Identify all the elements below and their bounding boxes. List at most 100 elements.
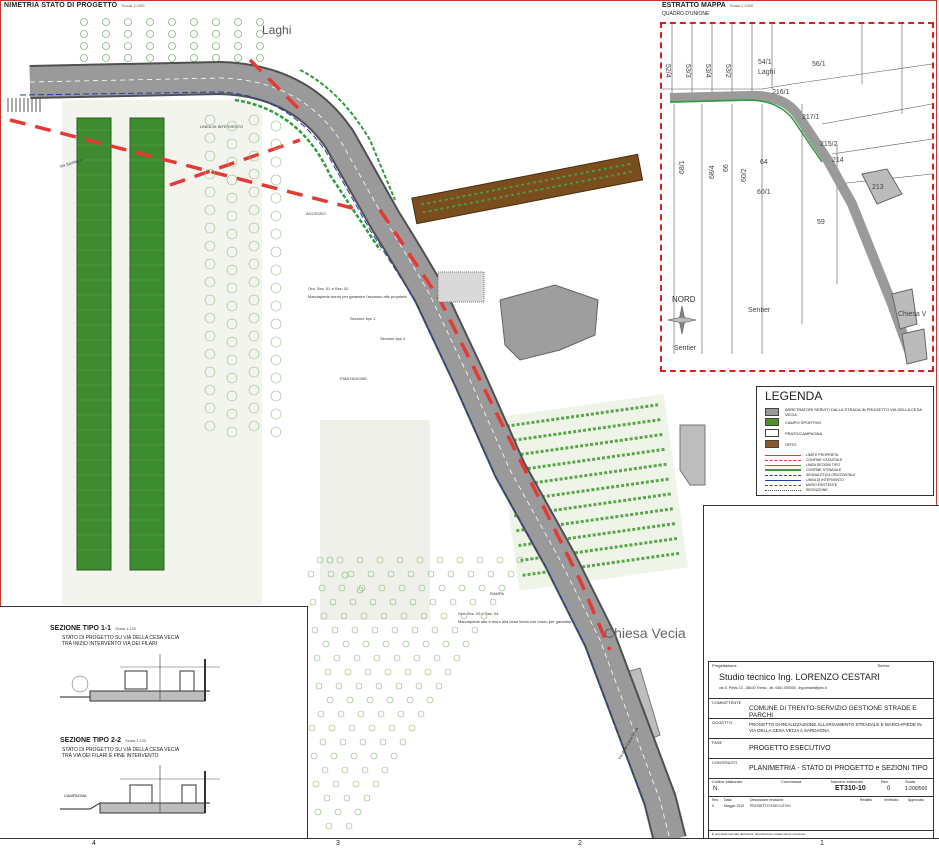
lbl-timbro: Timbro	[877, 663, 890, 668]
legend-line: RECINZIONE	[765, 488, 828, 492]
band-cell-2: 2	[578, 840, 582, 847]
legend-line-label: LINEA SEZIONI TIPO	[806, 463, 840, 467]
numero-elaborato: ET310-10	[835, 785, 866, 792]
lbl-commessa: Commessa	[781, 779, 802, 784]
legend-line-label: SEGNALETICA ORIZZONTALE	[806, 473, 856, 477]
parcel-0: 52/4	[664, 64, 671, 78]
estratto-title: ESTRATTO MAPPA Scala 1:1000	[662, 2, 753, 9]
lbl-fase: FASE	[712, 740, 723, 745]
rev-table-row: 0 Maggio 2019 PROGETTO ESECUTIVO	[712, 804, 791, 808]
campagna-label: CAMPAGNA	[64, 793, 87, 798]
parcel-11: 68/4	[709, 165, 716, 179]
parcel-9: 214	[832, 157, 844, 164]
legend-line: LIMITE PROPRIETA	[765, 453, 838, 457]
estratto-title-text: ESTRATTO MAPPA	[662, 2, 726, 9]
committente: COMUNE DI TRENTO-SERVIZIO GESTIONE STRAD…	[749, 705, 917, 719]
rev-table-head: Rev. Data Descrizione revisione Redatto …	[712, 798, 924, 802]
drawing-title-text: NIMETRIA STATO DI PROGETTO	[4, 2, 118, 9]
legend-line: CONFINE CATASTALE	[765, 458, 842, 462]
parcel-14: 64	[760, 159, 768, 166]
codice: N.	[713, 786, 719, 792]
legend-label: CAMPO SPORTIVO	[785, 419, 822, 425]
estratto-road	[669, 90, 917, 361]
place-sentier-1: Sentier	[748, 307, 771, 314]
parcel-13: 60/2	[741, 168, 748, 182]
section-1-drawing	[60, 654, 220, 702]
place-chiesa-mini: Chiesa V	[898, 311, 927, 318]
legend-line: LINEA SEZIONI TIPO	[765, 463, 840, 467]
legend-line-label: CONFINE STRADALE	[806, 468, 842, 472]
legend-swatch	[765, 429, 779, 437]
parcel-17: 213	[872, 184, 884, 191]
legend-item: ARRETRATORI SERVITI DALLA STRADA IN PROG…	[765, 407, 933, 417]
section-2-drawing	[60, 765, 220, 814]
section-2-desc: STATO DI PROGETTO SU VIA DELLA CESA VECI…	[62, 747, 179, 759]
legend-line-label: MURO ESISTENTE	[806, 483, 838, 487]
legend-item: ORTO	[765, 440, 796, 448]
title-block: Progettazione Timbro Studio tecnico Ing.…	[703, 505, 939, 840]
section-1-title: SEZIONE TIPO 1-1 Scala 1:100	[50, 625, 137, 632]
band-cell-3: 3	[336, 840, 340, 847]
legend-line: LINEA DI INTERVENTO	[765, 478, 844, 482]
legend-line: SEGNALETICA ORIZZONTALE	[765, 473, 856, 477]
lbl-codice: Codice elaborato	[712, 779, 743, 784]
band-cell-4: 4	[92, 840, 96, 847]
parcel-4: 54/1	[758, 59, 772, 66]
band-cell-1: 1	[820, 840, 824, 847]
progettista-addr: via S. Pietro 13 - 38100 Trento - tel. 0…	[719, 686, 827, 690]
sheet-band: 4 3 2 1	[0, 838, 939, 852]
parcel-16: 59	[817, 219, 825, 226]
lbl-oggetto: OGGETTO	[712, 720, 732, 725]
parcel-1: 53/3	[684, 64, 691, 78]
estratto-map: 52/4 53/3 53/4 53/2 54/1 56/1 216/1 217/…	[662, 24, 932, 365]
title-block-table: Progettazione Timbro Studio tecnico Ing.…	[708, 661, 934, 839]
legend-line-label: LIMITE PROPRIETA	[806, 453, 839, 457]
legend-swatch	[765, 418, 779, 426]
parcel-3: 53/2	[724, 64, 731, 78]
parcel-5: 56/1	[812, 61, 826, 68]
drawing-scale: Scala 1:500	[121, 3, 145, 8]
lbl-contenuto: CONTENUTO	[712, 760, 738, 765]
north-arrow	[667, 305, 697, 335]
legend-label: PRATO/CAMPAGNA	[785, 430, 823, 436]
legend-line: CONFINE STRADALE	[765, 468, 841, 472]
legend-line: MURO ESISTENTE	[765, 483, 837, 487]
legend-line-label: RECINZIONE	[806, 488, 828, 492]
legend-line-label: CONFINE CATASTALE	[806, 458, 843, 462]
parcel-6: 216/1	[772, 89, 790, 96]
lbl-scala: Scala	[905, 779, 916, 784]
lbl-committente: COMMITTENTE	[712, 700, 742, 705]
legend-line-label: LINEA DI INTERVENTO	[806, 478, 844, 482]
estratto-mappa-panel: 52/4 53/3 53/4 53/2 54/1 56/1 216/1 217/…	[660, 22, 934, 372]
sections-panel: SEZIONE TIPO 1-1 Scala 1:100 STATO DI PRO…	[0, 606, 308, 838]
north-label: NORD	[672, 295, 696, 304]
scala: 1:200/500	[905, 786, 928, 792]
legend-label: ORTO	[785, 441, 797, 447]
place-sentier-2: Sentier	[674, 345, 697, 352]
legend-item: PRATO/CAMPAGNA	[765, 429, 822, 437]
section-1-desc: STATO DI PROGETTO SU VIA DELLA CESA VECI…	[62, 635, 179, 647]
lbl-progettista: Progettazione	[712, 663, 737, 668]
parcel-10: 68/1	[679, 160, 686, 174]
parcel-12: 66	[723, 164, 730, 172]
legend-item: CAMPO SPORTIVO	[765, 418, 821, 426]
legend-title: LEGENDA	[765, 389, 823, 403]
parcel-2: 53/4	[704, 64, 711, 78]
estratto-scale: Scala 1:1000	[729, 3, 754, 8]
lbl-rev: Rev.	[881, 779, 889, 784]
section-2-title: SEZIONE TIPO 2-2 Scala 1:100	[60, 737, 147, 744]
estratto-subtitle: QUADRO D'UNIONE	[662, 11, 710, 17]
parcel-7: 217/1	[802, 114, 820, 121]
footer-note: È proprietà riservata dell'autore. Ripro…	[712, 832, 806, 836]
legend-swatch	[765, 408, 779, 416]
oggetto: PROGETTO DI REALIZZAZIONE ALLARGAMENTO S…	[749, 722, 922, 733]
revisione: 0	[887, 786, 891, 792]
fase: PROGETTO ESECUTIVO	[749, 745, 831, 752]
legend-swatch	[765, 440, 779, 448]
parcel-8: 215/2	[820, 141, 838, 148]
legend-box: LEGENDA ARRETRATORI SERVITI DALLA STRADA…	[756, 386, 934, 496]
parcel-15: 60/1	[757, 189, 771, 196]
lbl-numero: Numero elaborato	[831, 779, 864, 784]
drawing-title: NIMETRIA STATO DI PROGETTO Scala 1:500	[4, 2, 145, 9]
legend-label: ARRETRATORI SERVITI DALLA STRADA IN PROG…	[784, 407, 922, 417]
